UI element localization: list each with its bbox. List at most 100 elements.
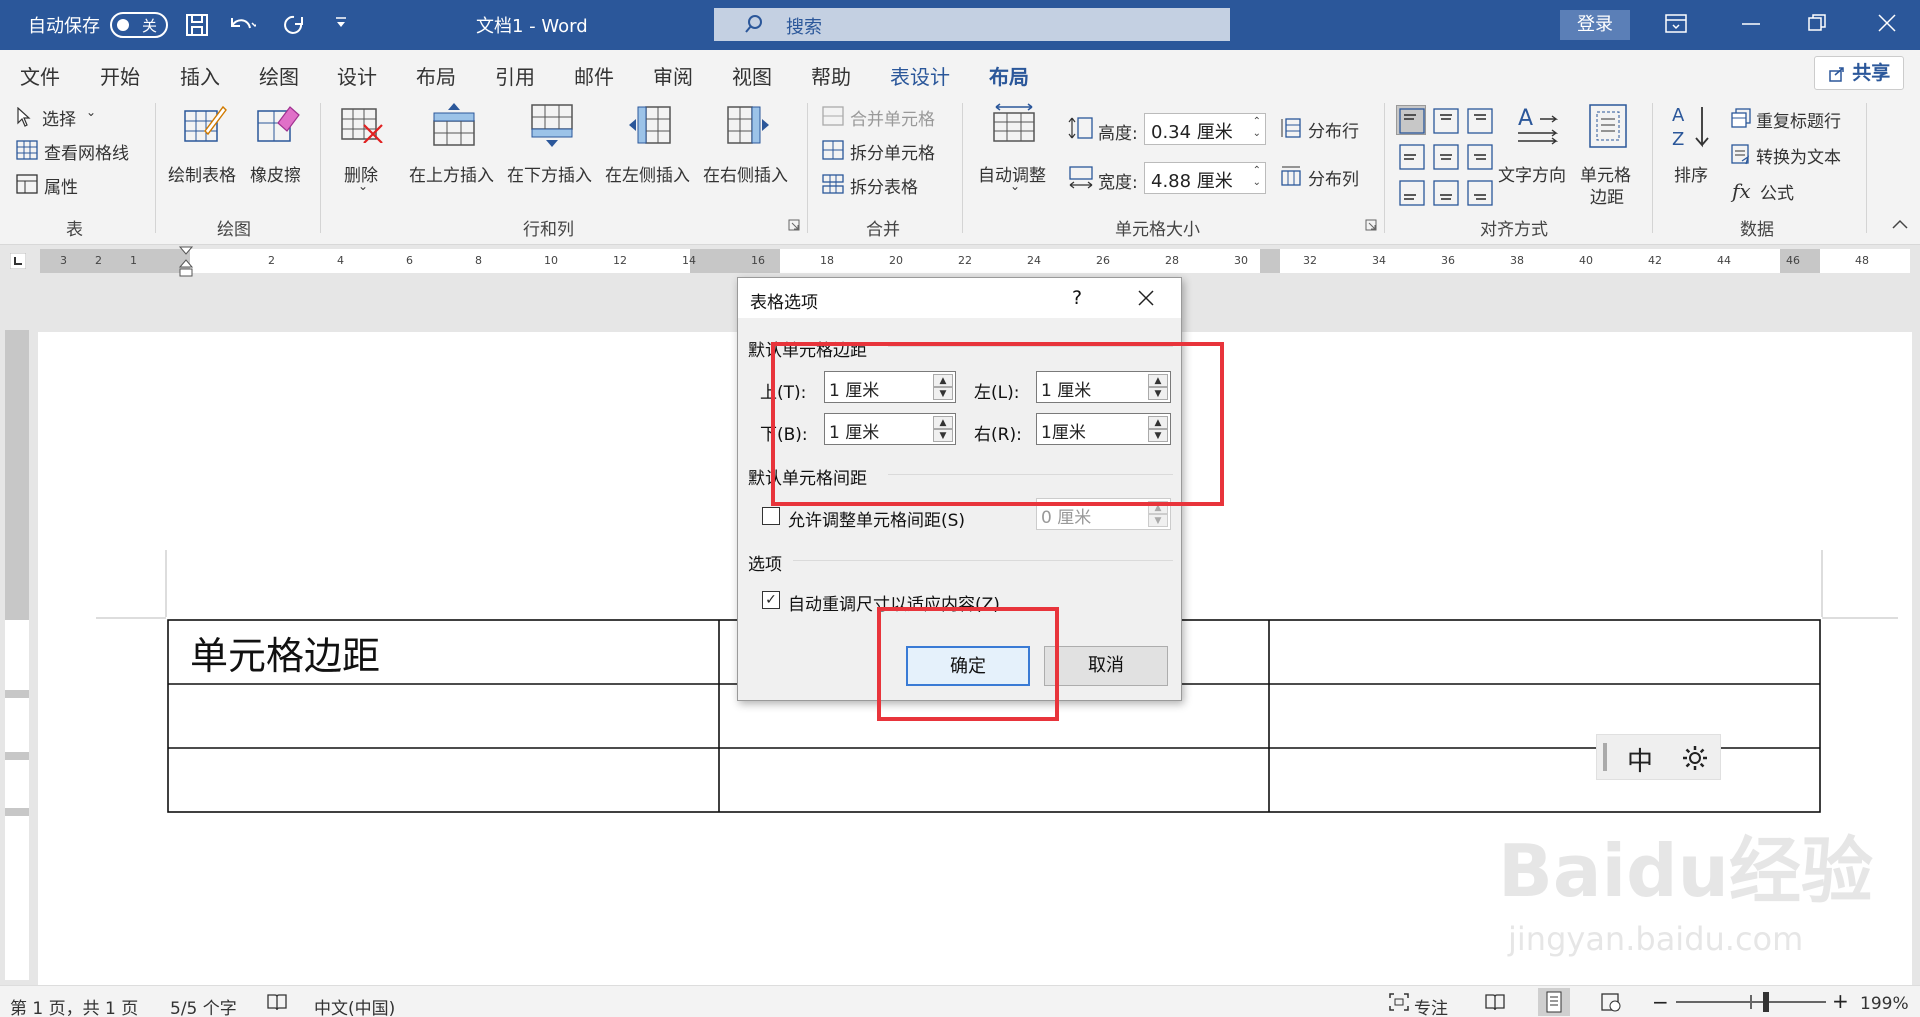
- tab-design[interactable]: 设计: [337, 61, 377, 90]
- width-label: 宽度:: [1098, 173, 1138, 193]
- zoom-slider-thumb[interactable]: [1763, 992, 1769, 1012]
- sort-button[interactable]: AZ 排序: [1666, 103, 1722, 193]
- delete-button[interactable]: 删除 ⌄: [336, 103, 392, 203]
- tab-help[interactable]: 帮助: [811, 61, 851, 90]
- cell-margins-label-2: 边距: [1590, 188, 1624, 208]
- title-bar: 自动保存 关 文档1 - Word 搜索 登录: [0, 0, 1920, 50]
- dialog-launcher-icon[interactable]: [788, 219, 800, 231]
- collapse-ribbon-icon[interactable]: [1892, 219, 1908, 229]
- tab-table-layout[interactable]: 布局: [989, 61, 1029, 100]
- page-info[interactable]: 第 1 页，共 1 页: [10, 994, 138, 1017]
- vruler-row-marker: [5, 690, 29, 698]
- width-value: 4.88 厘米: [1151, 171, 1233, 192]
- web-layout-icon[interactable]: [1600, 992, 1622, 1012]
- allow-spacing-checkbox[interactable]: [762, 507, 780, 525]
- ruler-tick-label: 26: [1096, 254, 1110, 267]
- table-cell-text[interactable]: 单元格边距: [190, 625, 380, 680]
- menu-bar: 文件 开始 插入 绘图 设计 布局 引用 邮件 审阅 视图 帮助 表设计 布局: [0, 50, 1920, 100]
- vertical-ruler[interactable]: [5, 330, 29, 980]
- convert-text-icon: [1730, 143, 1752, 165]
- horizontal-ruler[interactable]: 3 2 1 2 4 6 8 10 12 14 16 18 20 22 24 26 28 30 32 34 36 38 40 4…: [0, 245, 1920, 278]
- undo-icon[interactable]: [226, 12, 256, 38]
- tab-home[interactable]: 开始: [100, 61, 140, 90]
- height-input[interactable]: 0.34 厘米 ⌃ ⌄: [1144, 113, 1266, 145]
- spin-arrows-icon[interactable]: ⌃ ⌄: [1253, 165, 1261, 189]
- save-icon[interactable]: [184, 12, 210, 38]
- tab-insert[interactable]: 插入: [180, 61, 220, 90]
- draw-table-icon: [183, 103, 227, 143]
- spin-arrows-icon[interactable]: ⌃ ⌄: [1253, 116, 1261, 140]
- search-icon: [744, 14, 764, 34]
- ime-toolbar[interactable]: 中: [1596, 734, 1721, 780]
- word-count[interactable]: 5/5 个字: [170, 994, 237, 1017]
- ruler-tick-label: 1: [130, 254, 137, 267]
- ruler-tick-label: 20: [889, 254, 903, 267]
- text-direction-button[interactable]: A 文字方向: [1498, 103, 1574, 186]
- search-box[interactable]: 搜索: [714, 8, 1230, 41]
- tab-draw[interactable]: 绘图: [259, 61, 299, 90]
- ruler-tick-label: 10: [544, 254, 558, 267]
- alignment-icons[interactable]: [1398, 107, 1498, 211]
- ruler-tick-label: 12: [613, 254, 627, 267]
- cancel-button[interactable]: 取消: [1044, 646, 1168, 686]
- insert-below-icon: [530, 103, 574, 147]
- eraser-button[interactable]: 橡皮擦: [248, 103, 308, 186]
- svg-text:Z: Z: [1672, 129, 1684, 149]
- distribute-cols-label: 分布列: [1308, 170, 1359, 190]
- share-button[interactable]: 共享: [1814, 56, 1904, 90]
- focus-label[interactable]: 专注: [1414, 994, 1448, 1017]
- proofing-icon[interactable]: [266, 992, 288, 1012]
- tab-references[interactable]: 引用: [495, 61, 535, 90]
- spin-down-icon[interactable]: ▼: [1148, 514, 1168, 527]
- close-icon[interactable]: [1878, 14, 1896, 32]
- insert-right-button[interactable]: 在右侧插入: [702, 103, 796, 186]
- ruler-tick-label: 38: [1510, 254, 1524, 267]
- customize-toolbar-icon[interactable]: [334, 16, 348, 30]
- ime-mode-label[interactable]: 中: [1627, 741, 1653, 778]
- zoom-out-icon[interactable]: −: [1652, 992, 1669, 1012]
- ruler-tick-label: 16: [751, 254, 765, 267]
- tab-table-design[interactable]: 表设计: [890, 61, 950, 90]
- autofit-icon: [992, 103, 1036, 143]
- zoom-level[interactable]: 199%: [1860, 994, 1909, 1014]
- tab-view[interactable]: 视图: [732, 61, 772, 90]
- ribbon-separator: [807, 103, 808, 233]
- chevron-down-icon: ⌄: [1010, 179, 1021, 193]
- insert-below-button[interactable]: 在下方插入: [506, 103, 600, 186]
- language[interactable]: 中文(中国): [314, 994, 395, 1017]
- read-mode-icon[interactable]: [1484, 992, 1506, 1012]
- drag-handle-icon[interactable]: [1603, 743, 1607, 771]
- allow-spacing-label[interactable]: 允许调整单元格间距(S): [788, 506, 965, 531]
- ruler-tick-label: 42: [1648, 254, 1662, 267]
- autofit-button[interactable]: 自动调整 ⌄: [976, 103, 1056, 203]
- width-input[interactable]: 4.88 厘米 ⌃ ⌄: [1144, 162, 1266, 194]
- tab-review[interactable]: 审阅: [653, 61, 693, 90]
- autosave-state: 关: [142, 17, 158, 35]
- tab-layout[interactable]: 布局: [416, 61, 456, 90]
- dialog-launcher-icon[interactable]: [1365, 219, 1377, 231]
- focus-icon[interactable]: [1388, 992, 1410, 1012]
- help-button[interactable]: ?: [1072, 287, 1082, 309]
- autosave-toggle[interactable]: 关: [110, 12, 168, 38]
- redo-icon[interactable]: [282, 12, 308, 38]
- insert-left-button[interactable]: 在左侧插入: [604, 103, 698, 186]
- ruler-ticks: 3 2 1 2 4 6 8 10 12 14 16 18 20 22 24 26 28 30 32 34 36 38 40 4…: [0, 245, 1920, 278]
- zoom-slider[interactable]: [1676, 992, 1826, 1012]
- zoom-in-icon[interactable]: +: [1832, 991, 1849, 1011]
- minimize-icon[interactable]: [1742, 22, 1760, 26]
- ruler-tick-label: 36: [1441, 254, 1455, 267]
- cell-margins-button[interactable]: 单元格 边距: [1578, 103, 1638, 208]
- tab-mailings[interactable]: 邮件: [574, 61, 614, 90]
- draw-table-button[interactable]: 绘制表格: [168, 103, 244, 186]
- gear-icon[interactable]: [1681, 744, 1709, 772]
- login-button[interactable]: 登录: [1560, 10, 1630, 40]
- ribbon-display-icon[interactable]: [1665, 14, 1687, 34]
- restore-icon[interactable]: [1808, 14, 1826, 32]
- autofit-checkbox[interactable]: ✓: [762, 591, 780, 609]
- insert-right-icon: [726, 103, 770, 147]
- dialog-close-icon[interactable]: [1138, 290, 1154, 306]
- print-layout-icon[interactable]: [1538, 988, 1570, 1016]
- tab-file[interactable]: 文件: [20, 61, 60, 90]
- dialog-titlebar[interactable]: 表格选项 ?: [738, 278, 1181, 318]
- insert-above-button[interactable]: 在上方插入: [408, 103, 502, 186]
